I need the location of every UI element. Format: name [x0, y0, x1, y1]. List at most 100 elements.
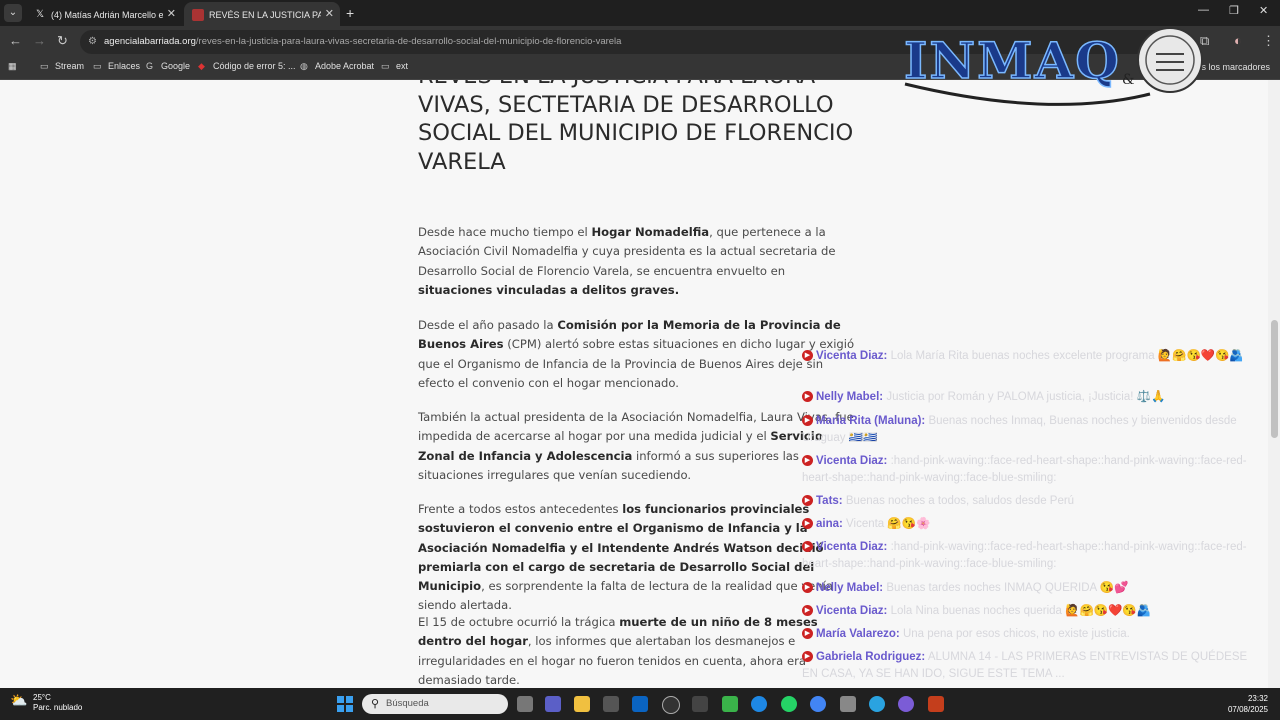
new-tab-button[interactable]: + — [346, 4, 354, 22]
forward-arrow-icon[interactable]: → — [33, 33, 46, 48]
chat-emoji: 🤗😘🌸 — [887, 518, 931, 530]
chat-text: Lola Nina buenas noches querida — [890, 605, 1062, 617]
bookmark-stream[interactable]: ▭ Stream — [40, 61, 84, 72]
bookmark-label: Enlaces — [108, 61, 141, 71]
youtube-icon: ▶ — [802, 541, 813, 553]
bookmark-label: Google — [161, 61, 191, 71]
chat-text: Una pena por esos chicos, no existe just… — [902, 628, 1130, 640]
file-explorer-icon[interactable] — [574, 696, 590, 712]
url-text: agencialabarriada.org/reves-en-la-justic… — [104, 36, 621, 47]
youtube-icon: ▶ — [802, 455, 813, 467]
app-icon[interactable] — [840, 696, 856, 712]
tab-x-profile[interactable]: 𝕏 (4) Matías Adrián Marcello en X ✕ — [26, 2, 182, 26]
app-icon[interactable] — [662, 696, 680, 714]
site-info-icon[interactable]: ⚙ — [88, 36, 97, 47]
search-placeholder: Búsqueda — [386, 698, 429, 709]
windows-start-icon[interactable] — [337, 696, 353, 712]
tab-bar: ⌄ 𝕏 (4) Matías Adrián Marcello en X ✕ REV… — [0, 0, 1280, 26]
paragraph-1: Desde hace mucho tiempo el Hogar Nomadel… — [418, 223, 858, 300]
search-icon: ⚲ — [371, 698, 380, 710]
apps-grid-icon[interactable]: ▦ — [8, 61, 17, 72]
system-clock[interactable]: 23:32 07/08/2025 — [1228, 693, 1268, 715]
text: Desde el año pasado la — [418, 318, 558, 332]
folder-icon: ▭ — [93, 61, 102, 71]
app-icon[interactable] — [722, 696, 738, 712]
scrollbar-thumb[interactable] — [1271, 320, 1278, 438]
youtube-icon: ▶ — [802, 582, 813, 594]
taskbar-search[interactable]: ⚲ Búsqueda — [362, 694, 508, 714]
restore-icon[interactable]: ❐ — [1229, 4, 1239, 17]
chat-message: ▶ aina: Vicenta 🤗😘🌸 — [802, 516, 1262, 533]
bookmark-ext[interactable]: ▭ ext — [381, 61, 408, 72]
chrome-icon[interactable] — [810, 696, 826, 712]
chat-author: Vicenta Diaz: — [816, 455, 888, 467]
paragraph-2: Desde el año pasado la Comisión por la M… — [418, 316, 858, 393]
weather-description: Parc. nublado — [33, 703, 83, 712]
close-tab-icon[interactable]: ✕ — [325, 2, 334, 26]
svg-text:INMAQ: INMAQ — [904, 31, 1121, 90]
youtube-icon: ▶ — [802, 518, 813, 530]
bookmark-label: Código de error 5: ... — [213, 61, 296, 71]
chat-emoji: ⚖️🙏 — [1136, 391, 1166, 403]
chat-author: aina: — [816, 518, 843, 530]
back-arrow-icon[interactable]: ← — [9, 33, 22, 48]
text-bold: situaciones vinculadas a delitos graves. — [418, 282, 680, 297]
menu-kebab-icon[interactable]: ⋮ — [1262, 33, 1275, 49]
obs-icon[interactable] — [898, 696, 914, 712]
paragraph-5: El 15 de octubre ocurrió la trágica muer… — [418, 613, 858, 688]
minimize-icon[interactable]: — — [1198, 4, 1209, 16]
chat-emoji: 🙋🤗😘❤️😘🫂 — [1157, 350, 1244, 362]
close-window-icon[interactable]: ✕ — [1259, 4, 1268, 17]
chat-author: Nelly Mabel: — [816, 582, 884, 594]
folder-icon: ▭ — [381, 61, 390, 71]
text-bold: Hogar Nomadelfia — [591, 225, 710, 239]
text: Frente a todos estos antecedentes — [418, 502, 623, 516]
text: , es sorprendente la falta de lectura de… — [418, 579, 833, 613]
headline-line: SOCIAL DEL MUNICIPIO DE FLORENCIO — [418, 120, 854, 146]
bookmark-label: Adobe Acrobat — [315, 61, 375, 71]
bookmark-google[interactable]: G Google — [146, 61, 190, 71]
page-scrollbar[interactable] — [1268, 80, 1280, 688]
bookmark-error-code[interactable]: ◆ Código de error 5: ... — [198, 61, 296, 72]
chat-message: ▶ Nelly Mabel: Justicia por Román y PALOM… — [802, 389, 1262, 406]
chat-author: Gabriela Rodriguez: — [816, 651, 926, 663]
task-view-icon[interactable] — [517, 696, 533, 712]
chat-emoji: 😘💕 — [1099, 582, 1129, 594]
bookmark-adobe-acrobat[interactable]: ◍ Adobe Acrobat — [300, 61, 374, 72]
x-logo-icon: 𝕏 — [35, 8, 45, 20]
chat-text: Buenas noches a todos, saludos desde Per… — [845, 495, 1075, 507]
windows-taskbar: ⛅ 25°C Parc. nublado ⚲ Búsqueda 23:32 07/… — [0, 688, 1280, 720]
close-tab-icon[interactable]: ✕ — [167, 2, 176, 26]
store-icon[interactable] — [603, 696, 619, 712]
paragraph-4: Frente a todos estos antecedentes los fu… — [418, 500, 858, 616]
youtube-icon: ▶ — [802, 495, 813, 507]
chat-author: María Valarezo: — [816, 628, 900, 640]
site-favicon-icon — [192, 8, 204, 21]
chat-author: Nelly Mabel: — [816, 391, 884, 403]
article-headline: REVÉS EN LA JUSTICIA PARA LAURA VIVAS, S… — [418, 80, 868, 176]
youtube-icon: ▶ — [802, 628, 813, 640]
profile-avatar-icon[interactable]: ◐ — [1234, 33, 1242, 48]
edge-icon[interactable] — [751, 696, 767, 712]
tab-article[interactable]: REVÉS EN LA JUSTICIA PARA LA ✕ — [184, 2, 340, 26]
powerpoint-icon[interactable] — [928, 696, 944, 712]
clock-date: 07/08/2025 — [1227, 705, 1268, 714]
globe-icon: ◍ — [300, 61, 308, 71]
chat-message: ▶ María Valarezo: Una pena por esos chico… — [802, 626, 1262, 643]
headline-line: VIVAS, SECTETARIA DE DESARROLLO — [418, 91, 834, 118]
chat-message: ▶ Vicenta Diaz: Lola María Rita buenas no… — [802, 348, 1262, 365]
bookmark-label: ext — [396, 61, 409, 71]
teams-icon[interactable] — [545, 696, 561, 712]
chat-message: ▶ Gabriela Rodriguez: ALUMNA 14 - LAS PRI… — [802, 649, 1262, 683]
outlook-icon[interactable] — [632, 696, 648, 712]
chat-text: Justicia por Román y PALOMA justicia, ¡J… — [886, 391, 1134, 403]
tab-search-button[interactable]: ⌄ — [4, 4, 22, 22]
url-domain: agencialabarriada.org — [104, 36, 196, 47]
bookmark-enlaces[interactable]: ▭ Enlaces — [93, 61, 140, 72]
chat-text: Buenas tardes noches INMAQ QUERIDA — [886, 582, 1097, 594]
app-icon[interactable] — [692, 696, 708, 712]
reload-icon[interactable]: ↻ — [57, 33, 68, 49]
telegram-icon[interactable] — [869, 696, 885, 712]
chat-message: ▶ Vicenta Diaz: :hand-pink-waving::face-r… — [802, 453, 1262, 487]
whatsapp-icon[interactable] — [781, 696, 797, 712]
